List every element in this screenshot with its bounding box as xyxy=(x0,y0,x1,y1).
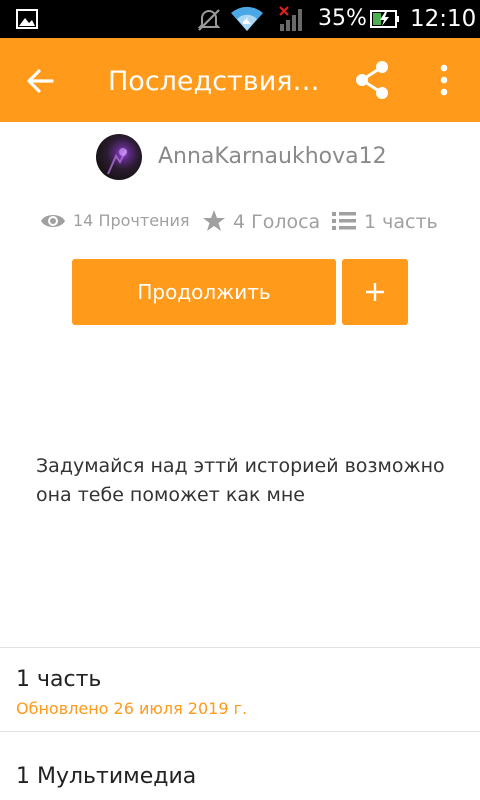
wifi-icon xyxy=(231,6,263,31)
author-info[interactable]: AnnaKarnaukhova12 xyxy=(96,134,416,182)
page-title: Последствия ... xyxy=(108,66,322,97)
list-icon xyxy=(332,212,356,230)
status-bar: 35% 12:10 xyxy=(0,0,480,38)
story-description: Задумайся над эттй историей возможно она… xyxy=(36,455,445,506)
star-icon xyxy=(203,210,225,231)
share-icon[interactable] xyxy=(350,58,394,102)
list-item[interactable]: 1 часть Обновлено 26 июля 2019 г. xyxy=(0,648,480,732)
plus-icon xyxy=(366,283,384,301)
story-stats: 14 Прочтения 4 Голоса 1 часть xyxy=(40,204,460,240)
part-title: 1 часть xyxy=(16,667,102,692)
continue-reading-button[interactable]: Продолжить xyxy=(72,259,336,325)
signal-icon xyxy=(279,6,302,31)
parts-count: 1 часть xyxy=(364,211,438,233)
battery-percent: 35% xyxy=(318,6,367,31)
avatar[interactable] xyxy=(96,134,142,180)
clock: 12:10 xyxy=(410,6,477,32)
add-to-library-button[interactable] xyxy=(342,259,408,325)
author-name[interactable]: AnnaKarnaukhova12 xyxy=(158,142,387,172)
app-bar: Последствия ... xyxy=(0,38,480,122)
avatar-image-icon xyxy=(107,148,127,175)
multimedia-title: 1 Мультимедиа xyxy=(16,764,197,789)
reads-count: 14 Прочтения xyxy=(73,211,190,230)
back-arrow-icon[interactable] xyxy=(18,59,62,103)
gallery-icon xyxy=(16,9,38,29)
more-vert-icon[interactable] xyxy=(424,58,464,102)
mute-icon xyxy=(197,9,221,31)
votes-count: 4 Голоса xyxy=(233,211,321,233)
eye-icon xyxy=(41,215,65,227)
battery-charging-icon xyxy=(370,10,399,28)
part-updated-date: Обновлено 26 июля 2019 г. xyxy=(16,699,248,718)
multimedia-section[interactable]: 1 Мультимедиа xyxy=(0,732,480,800)
story-details-screen: 35% 12:10 Последствия ... AnnaKarnaukhov… xyxy=(0,0,480,800)
